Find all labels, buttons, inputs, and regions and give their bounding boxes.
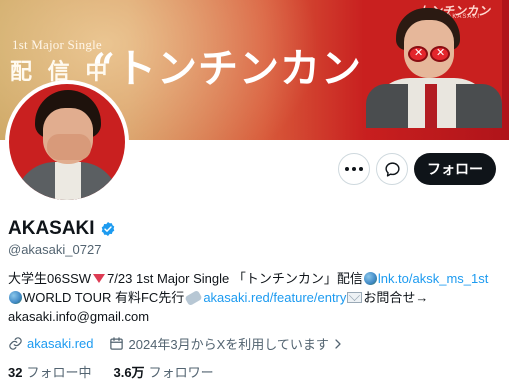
profile-avatar[interactable]	[5, 80, 129, 204]
more-icon	[345, 167, 363, 171]
bio-link-release[interactable]: lnk.to/aksk_ms_1st	[378, 269, 489, 288]
bio-line-1: 大学生06SSW 7/23 1st Major Single 「トンチンカン」配…	[8, 269, 504, 288]
verified-badge-icon[interactable]	[100, 221, 116, 237]
message-button[interactable]	[376, 153, 408, 185]
bio-contact-text: お問合せ→	[363, 290, 429, 305]
album-figure-jacket-right	[456, 84, 502, 128]
follow-stats: 32 フォロー中 3.6万 フォロワー	[8, 362, 214, 381]
calendar-icon	[110, 337, 124, 350]
user-handle: @akasaki_0727	[8, 242, 102, 257]
followers-label: フォロワー	[148, 365, 214, 380]
profile-meta-row: akasaki.red 2024年3月からXを利用しています	[8, 334, 348, 353]
joined-date: 2024年3月からXを利用しています	[128, 337, 329, 352]
bio-line-2: WORLD TOUR 有料FC先行 akasaki.red/feature/en…	[8, 288, 504, 307]
link-icon	[184, 289, 203, 306]
globe-icon	[9, 291, 22, 304]
follow-button[interactable]: フォロー	[414, 153, 496, 185]
envelope-icon	[347, 292, 363, 303]
album-figure-tie	[425, 84, 437, 128]
following-count: 32	[8, 365, 23, 380]
bio-line-3: akasaki.info@gmail.com	[8, 307, 504, 326]
banner-title: “トンチンカン”	[92, 45, 387, 92]
more-options-button[interactable]	[338, 153, 370, 185]
bio-tour-text: WORLD TOUR 有料FC先行	[23, 290, 185, 305]
bio-release-text: 7/23 1st Major Single 「トンチンカン」配信	[107, 271, 363, 286]
album-figure-face	[404, 20, 454, 78]
profile-bio: 大学生06SSW 7/23 1st Major Single 「トンチンカン」配…	[8, 269, 504, 326]
followers-link[interactable]: 3.6万 フォロワー	[113, 362, 213, 381]
link-icon	[9, 337, 22, 350]
album-x-eye-left	[408, 46, 428, 62]
profile-name-row: AKASAKI	[8, 218, 116, 240]
banner-album-art: トンチンカン AKASAKI	[362, 0, 502, 128]
globe-icon	[363, 272, 377, 285]
chevron-right-icon[interactable]	[332, 338, 344, 350]
avatar-figure-collar	[55, 162, 81, 200]
album-x-eye-right	[430, 46, 450, 62]
bio-email: akasaki.info@gmail.com	[8, 309, 150, 324]
avatar-figure-hands	[47, 134, 91, 160]
banner-small-text: 1st Major Single	[12, 37, 102, 52]
following-link[interactable]: 32 フォロー中	[8, 362, 91, 381]
followers-count: 3.6万	[113, 365, 145, 380]
bio-link-tour[interactable]: akasaki.red/feature/entry	[203, 288, 346, 307]
avatar-image	[9, 84, 125, 200]
red-triangle-icon	[93, 274, 106, 283]
following-label: フォロー中	[26, 365, 92, 380]
profile-website-link[interactable]: akasaki.red	[27, 336, 93, 351]
display-name: AKASAKI	[8, 218, 95, 239]
message-bubble-icon	[384, 161, 400, 177]
album-figure-jacket-left	[366, 84, 408, 128]
bio-intro-text: 大学生06SSW	[8, 271, 92, 286]
